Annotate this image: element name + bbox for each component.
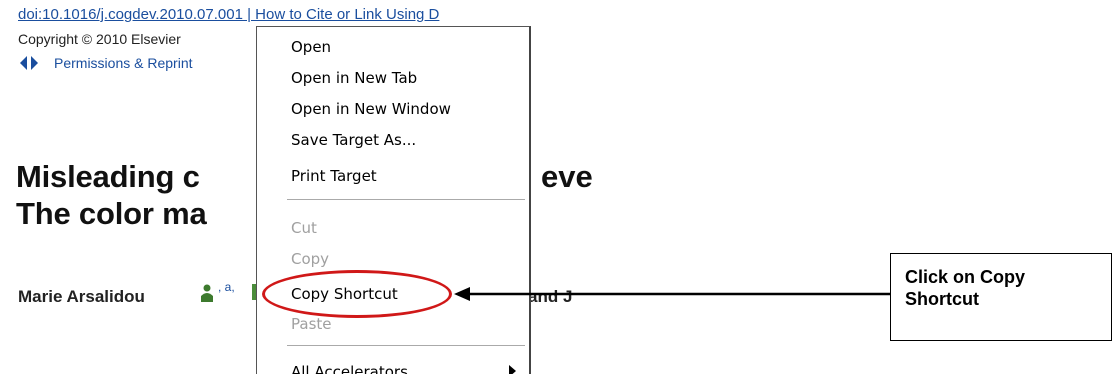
- author-name[interactable]: Marie Arsalidou: [18, 287, 145, 307]
- menu-item-copy-shortcut[interactable]: Copy Shortcut: [291, 281, 398, 307]
- menu-item-open-new-window[interactable]: Open in New Window: [291, 96, 451, 122]
- menu-separator: [287, 345, 525, 346]
- screenshot-stage: doi:10.1016/j.cogdev.2010.07.001 | How t…: [0, 0, 1116, 374]
- permissions-label: Permissions & Reprint: [54, 55, 193, 71]
- author-person-icon[interactable]: [200, 284, 214, 302]
- menu-item-copy: Copy: [291, 250, 330, 268]
- submenu-arrow-icon: [509, 365, 516, 374]
- instruction-callout: Click on Copy Shortcut: [890, 253, 1112, 341]
- article-title-line2: The color ma: [16, 196, 207, 231]
- callout-arrow: [454, 287, 890, 301]
- menu-item-save-target-as[interactable]: Save Target As...: [291, 127, 416, 153]
- menu-item-open[interactable]: Open: [291, 34, 331, 60]
- context-menu: Open Open in New Tab Open in New Window …: [256, 26, 531, 374]
- menu-item-all-accelerators[interactable]: All Accelerators: [291, 359, 408, 374]
- copyright-text: Copyright © 2010 Elsevier: [18, 31, 181, 47]
- permissions-link[interactable]: Permissions & Reprint: [18, 54, 193, 72]
- menu-item-open-new-tab[interactable]: Open in New Tab: [291, 65, 417, 91]
- doi-link[interactable]: doi:10.1016/j.cogdev.2010.07.001 | How t…: [18, 6, 439, 23]
- author-affiliation-sup[interactable]: , a,: [218, 280, 235, 294]
- menu-item-paste: Paste: [291, 315, 332, 333]
- menu-item-cut: Cut: [291, 219, 317, 237]
- menu-separator: [287, 199, 525, 200]
- menu-item-print-target[interactable]: Print Target: [291, 163, 377, 189]
- article-title-line1: Misleading c: [16, 159, 200, 194]
- article-title-line1-tail: eve: [541, 159, 593, 194]
- permissions-icon: [20, 56, 38, 70]
